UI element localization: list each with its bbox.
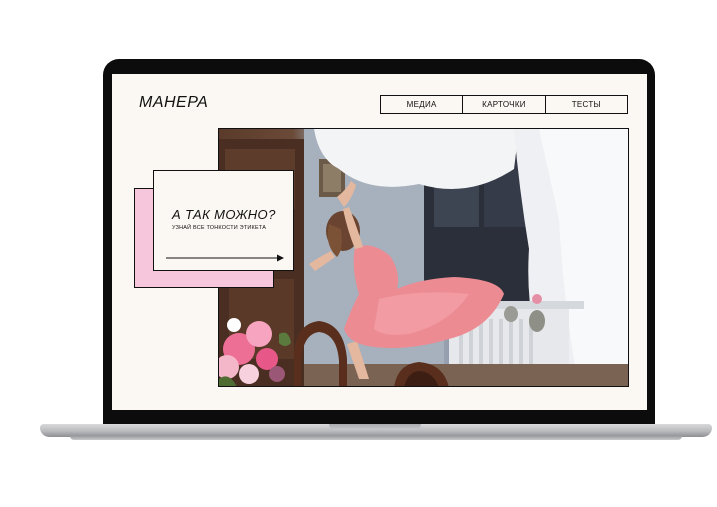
promo-subtitle: УЗНАЙ ВСЕ ТОНКОСТИ ЭТИКЕТА: [172, 225, 267, 231]
nav-item-media[interactable]: МЕДИА: [381, 96, 462, 113]
laptop-base-shadow: [70, 436, 682, 440]
site-logo[interactable]: МАНЕРА: [139, 94, 208, 112]
arrow-right-icon[interactable]: [166, 254, 286, 262]
laptop-notch: [329, 424, 421, 430]
laptop-screen: МАНЕРА МЕДИА КАРТОЧКИ ТЕСТЫ А ТАК МОЖНО?…: [112, 74, 647, 410]
nav-item-cards[interactable]: КАРТОЧКИ: [462, 96, 544, 113]
main-nav: МЕДИА КАРТОЧКИ ТЕСТЫ: [380, 95, 628, 114]
promo-card[interactable]: А ТАК МОЖНО? УЗНАЙ ВСЕ ТОНКОСТИ ЭТИКЕТА: [153, 170, 294, 271]
promo-title: А ТАК МОЖНО?: [172, 207, 276, 222]
nav-item-tests[interactable]: ТЕСТЫ: [544, 96, 627, 113]
